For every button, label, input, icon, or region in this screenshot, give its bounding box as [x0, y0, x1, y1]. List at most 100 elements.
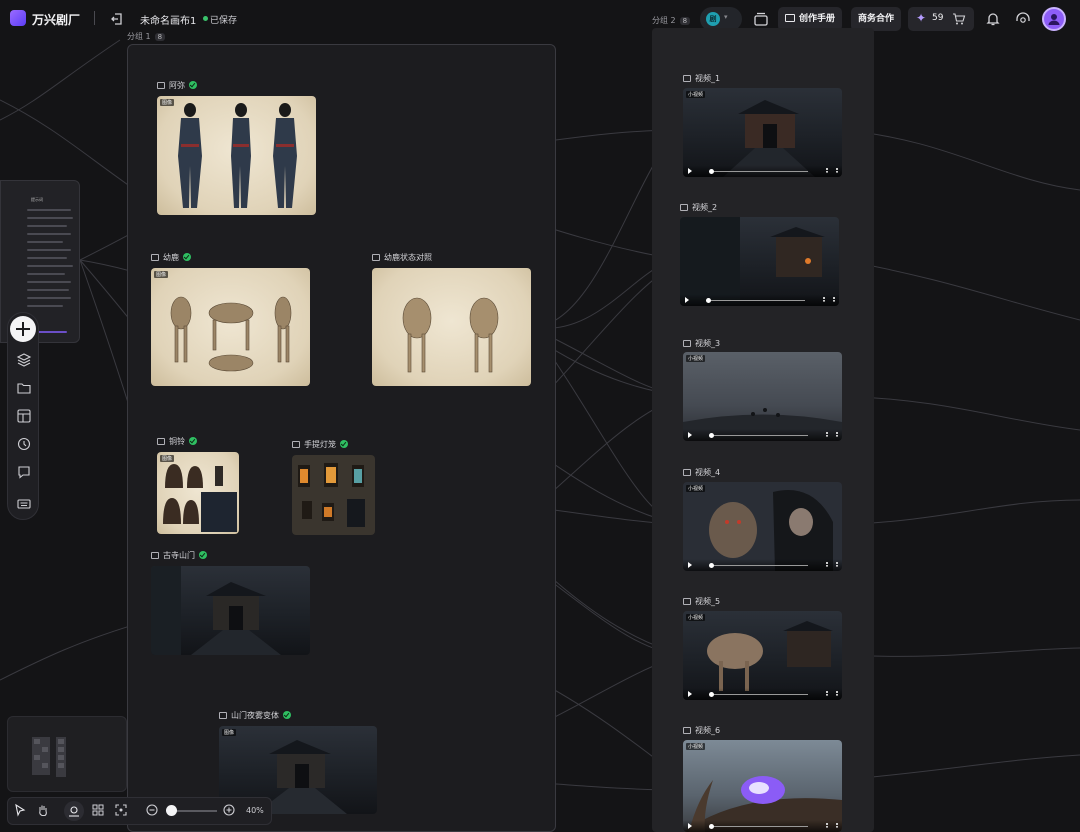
- image-node-ami[interactable]: 图像: [157, 96, 316, 215]
- check-icon: [189, 81, 197, 89]
- text-line: [27, 289, 69, 291]
- group-1-name: 分组 1: [127, 32, 151, 41]
- node-title-video-2: 视频_2: [680, 202, 717, 213]
- group-2-count: 8: [679, 17, 691, 25]
- play-icon[interactable]: [688, 562, 692, 568]
- video-1-frame: [723, 100, 815, 177]
- app-name: 万兴剧厂: [32, 13, 81, 27]
- volume-icon[interactable]: [823, 297, 835, 302]
- video-node-6[interactable]: 小视频: [683, 740, 842, 832]
- play-icon[interactable]: [688, 823, 692, 829]
- image-node-temple-gate[interactable]: 图像: [151, 566, 310, 655]
- group-1-count: 8: [154, 33, 166, 41]
- image-icon: [157, 438, 165, 445]
- text-line: [27, 257, 67, 259]
- video-node-5[interactable]: 小视频: [683, 611, 842, 700]
- prompt-panel-heading: 提示词: [31, 197, 43, 202]
- plus-icon[interactable]: [10, 316, 36, 342]
- zoom-level[interactable]: 40%: [246, 806, 264, 815]
- select-arrow-icon[interactable]: [13, 803, 27, 817]
- video-node-2[interactable]: [680, 217, 839, 306]
- minimap[interactable]: [7, 716, 127, 792]
- canvas-title[interactable]: 未命名画布1: [140, 12, 196, 27]
- seek-knob[interactable]: [706, 298, 711, 303]
- video-node-3[interactable]: 小视频: [683, 352, 842, 441]
- seek-knob[interactable]: [709, 692, 714, 697]
- fit-icon[interactable]: [114, 803, 128, 817]
- video-controls[interactable]: [683, 688, 842, 700]
- locate-button[interactable]: [64, 801, 84, 821]
- node-title-text: 古寺山门: [163, 551, 195, 560]
- image-icon: [372, 254, 380, 261]
- volume-icon[interactable]: [826, 562, 838, 567]
- play-icon[interactable]: [685, 297, 689, 303]
- manual-label: 创作手册: [799, 14, 836, 24]
- seek-knob[interactable]: [709, 169, 714, 174]
- layers-icon[interactable]: [16, 352, 32, 368]
- video-node-4[interactable]: 小视频: [683, 482, 842, 571]
- node-title-video-5: 视频_5: [683, 596, 720, 607]
- node-title-temple-gate: 古寺山门: [151, 550, 207, 561]
- image-node-fawn[interactable]: 图像: [151, 268, 310, 386]
- volume-icon[interactable]: [826, 432, 838, 437]
- zoom-out-icon[interactable]: [145, 803, 159, 817]
- video-node-1[interactable]: 小视频: [683, 88, 842, 177]
- exit-icon[interactable]: [109, 11, 125, 27]
- zoom-slider-track[interactable]: [171, 810, 217, 812]
- volume-icon[interactable]: [826, 823, 838, 828]
- play-icon[interactable]: [688, 691, 692, 697]
- zoom-slider-knob[interactable]: [166, 805, 177, 816]
- video-6-frame: [683, 776, 842, 832]
- video-controls[interactable]: [683, 165, 842, 177]
- volume-icon[interactable]: [826, 168, 838, 173]
- support-icon[interactable]: [1014, 10, 1032, 28]
- seek-knob[interactable]: [709, 563, 714, 568]
- lantern-sheet-figure: [298, 463, 365, 527]
- image-node-fawn-states[interactable]: [372, 268, 531, 386]
- video-icon: [683, 75, 691, 82]
- text-line: [27, 273, 65, 275]
- group-1-label: 分组 18: [127, 31, 166, 42]
- video-controls[interactable]: [683, 559, 842, 571]
- history-icon[interactable]: [16, 436, 32, 452]
- saved-status: 已保存: [210, 16, 238, 26]
- node-title-text: 幼鹿状态对照: [384, 253, 432, 262]
- image-node-bell[interactable]: 图像: [157, 452, 239, 534]
- video-2-frame: [680, 217, 825, 306]
- folder-icon[interactable]: [16, 380, 32, 396]
- keyboard-icon[interactable]: [16, 496, 32, 512]
- check-icon: [283, 711, 291, 719]
- bell-sheet-figure: [163, 464, 237, 532]
- video-controls[interactable]: [683, 429, 842, 441]
- video-icon: [683, 727, 691, 734]
- node-title-video-6: 视频_6: [683, 725, 720, 736]
- text-line: [27, 297, 71, 299]
- node-title-text: 视频_1: [695, 74, 721, 83]
- video-controls[interactable]: [680, 294, 839, 306]
- zoom-in-icon[interactable]: [222, 803, 236, 817]
- image-node-lantern[interactable]: [292, 455, 375, 535]
- chat-icon[interactable]: [16, 464, 32, 480]
- image-icon: [151, 552, 159, 559]
- credits-button[interactable]: ✦ 59: [908, 7, 974, 31]
- asset-library-icon[interactable]: [752, 10, 770, 28]
- seek-knob[interactable]: [709, 433, 714, 438]
- node-title-gate-fog: 山门夜雾变体: [219, 710, 291, 721]
- seek-knob[interactable]: [709, 824, 714, 829]
- video-controls[interactable]: [683, 820, 842, 832]
- play-icon[interactable]: [688, 168, 692, 174]
- bell-icon[interactable]: [984, 10, 1002, 28]
- chevron-down-icon: ▾: [724, 13, 728, 21]
- group-2-name: 分组 2: [652, 16, 676, 25]
- grid-icon[interactable]: [91, 803, 105, 817]
- locate-icon: [69, 806, 79, 817]
- template-icon[interactable]: [16, 408, 32, 424]
- volume-icon[interactable]: [826, 691, 838, 696]
- check-icon: [189, 437, 197, 445]
- play-icon[interactable]: [688, 432, 692, 438]
- node-title-video-4: 视频_4: [683, 467, 720, 478]
- temple-gate-figure: [151, 566, 281, 655]
- hand-icon[interactable]: [36, 803, 50, 817]
- app-logo-icon: [10, 10, 26, 26]
- user-avatar[interactable]: [1042, 7, 1066, 31]
